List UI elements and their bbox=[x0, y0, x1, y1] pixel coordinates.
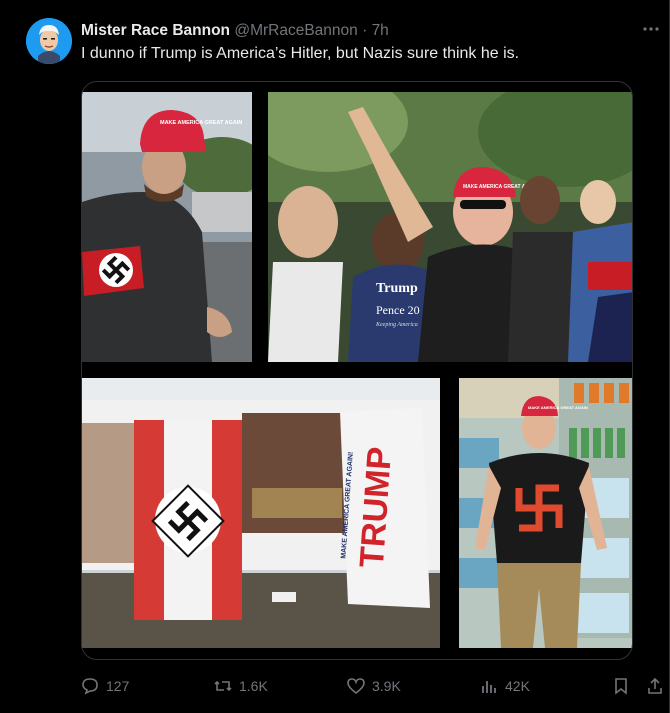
shirt-sub: Keeping America bbox=[375, 322, 418, 328]
views-count: 42K bbox=[505, 678, 530, 694]
media-collage[interactable]: MAKE AMERICA GREAT AGAIN Trump Pence 20 … bbox=[81, 81, 633, 660]
repost-icon bbox=[214, 680, 232, 692]
tweet[interactable]: Mister Race Bannon @MrRaceBannon · 7h I … bbox=[0, 0, 670, 713]
share-icon bbox=[648, 677, 662, 694]
reply-icon bbox=[82, 678, 98, 695]
avatar[interactable] bbox=[26, 18, 72, 64]
heart-icon bbox=[347, 678, 365, 695]
cap-text-4: MAKE AMERICA GREAT AGAIN bbox=[528, 405, 588, 410]
photo-2[interactable]: Trump Pence 20 Keeping America MAKE AMER… bbox=[268, 92, 632, 362]
bookmark-icon bbox=[615, 678, 627, 695]
display-name[interactable]: Mister Race Bannon bbox=[81, 22, 230, 39]
views-button[interactable]: 42K bbox=[479, 672, 530, 700]
timestamp[interactable]: 7h bbox=[372, 22, 389, 39]
user-handle[interactable]: @MrRaceBannon bbox=[234, 22, 357, 39]
tweet-text: I dunno if Trump is America’s Hitler, bu… bbox=[81, 45, 520, 62]
more-icon[interactable] bbox=[642, 20, 660, 43]
tweet-header: Mister Race Bannon @MrRaceBannon · 7h bbox=[81, 22, 389, 40]
bookmark-button[interactable] bbox=[611, 672, 631, 700]
photo-4[interactable]: MAKE AMERICA GREAT AGAIN bbox=[459, 378, 632, 648]
photo-1[interactable]: MAKE AMERICA GREAT AGAIN bbox=[82, 92, 252, 362]
shirt-text: Trump bbox=[376, 281, 418, 296]
views-icon bbox=[482, 681, 496, 693]
share-button[interactable] bbox=[645, 672, 665, 700]
like-button[interactable]: 3.9K bbox=[346, 672, 401, 700]
repost-count: 1.6K bbox=[239, 678, 268, 694]
photo-3[interactable]: TRUMP MAKE AMERICA GREAT AGAIN! bbox=[82, 378, 440, 648]
shirt-sign: Pence 20 bbox=[376, 303, 420, 317]
cap-text: MAKE AMERICA GREAT AGAIN bbox=[160, 120, 242, 126]
separator: · bbox=[362, 22, 368, 39]
action-bar: 127 1.6K 3.9K 42K bbox=[0, 672, 670, 700]
reply-button[interactable]: 127 bbox=[80, 672, 129, 700]
reply-count: 127 bbox=[106, 678, 130, 694]
repost-button[interactable]: 1.6K bbox=[213, 672, 268, 700]
like-count: 3.9K bbox=[372, 678, 401, 694]
